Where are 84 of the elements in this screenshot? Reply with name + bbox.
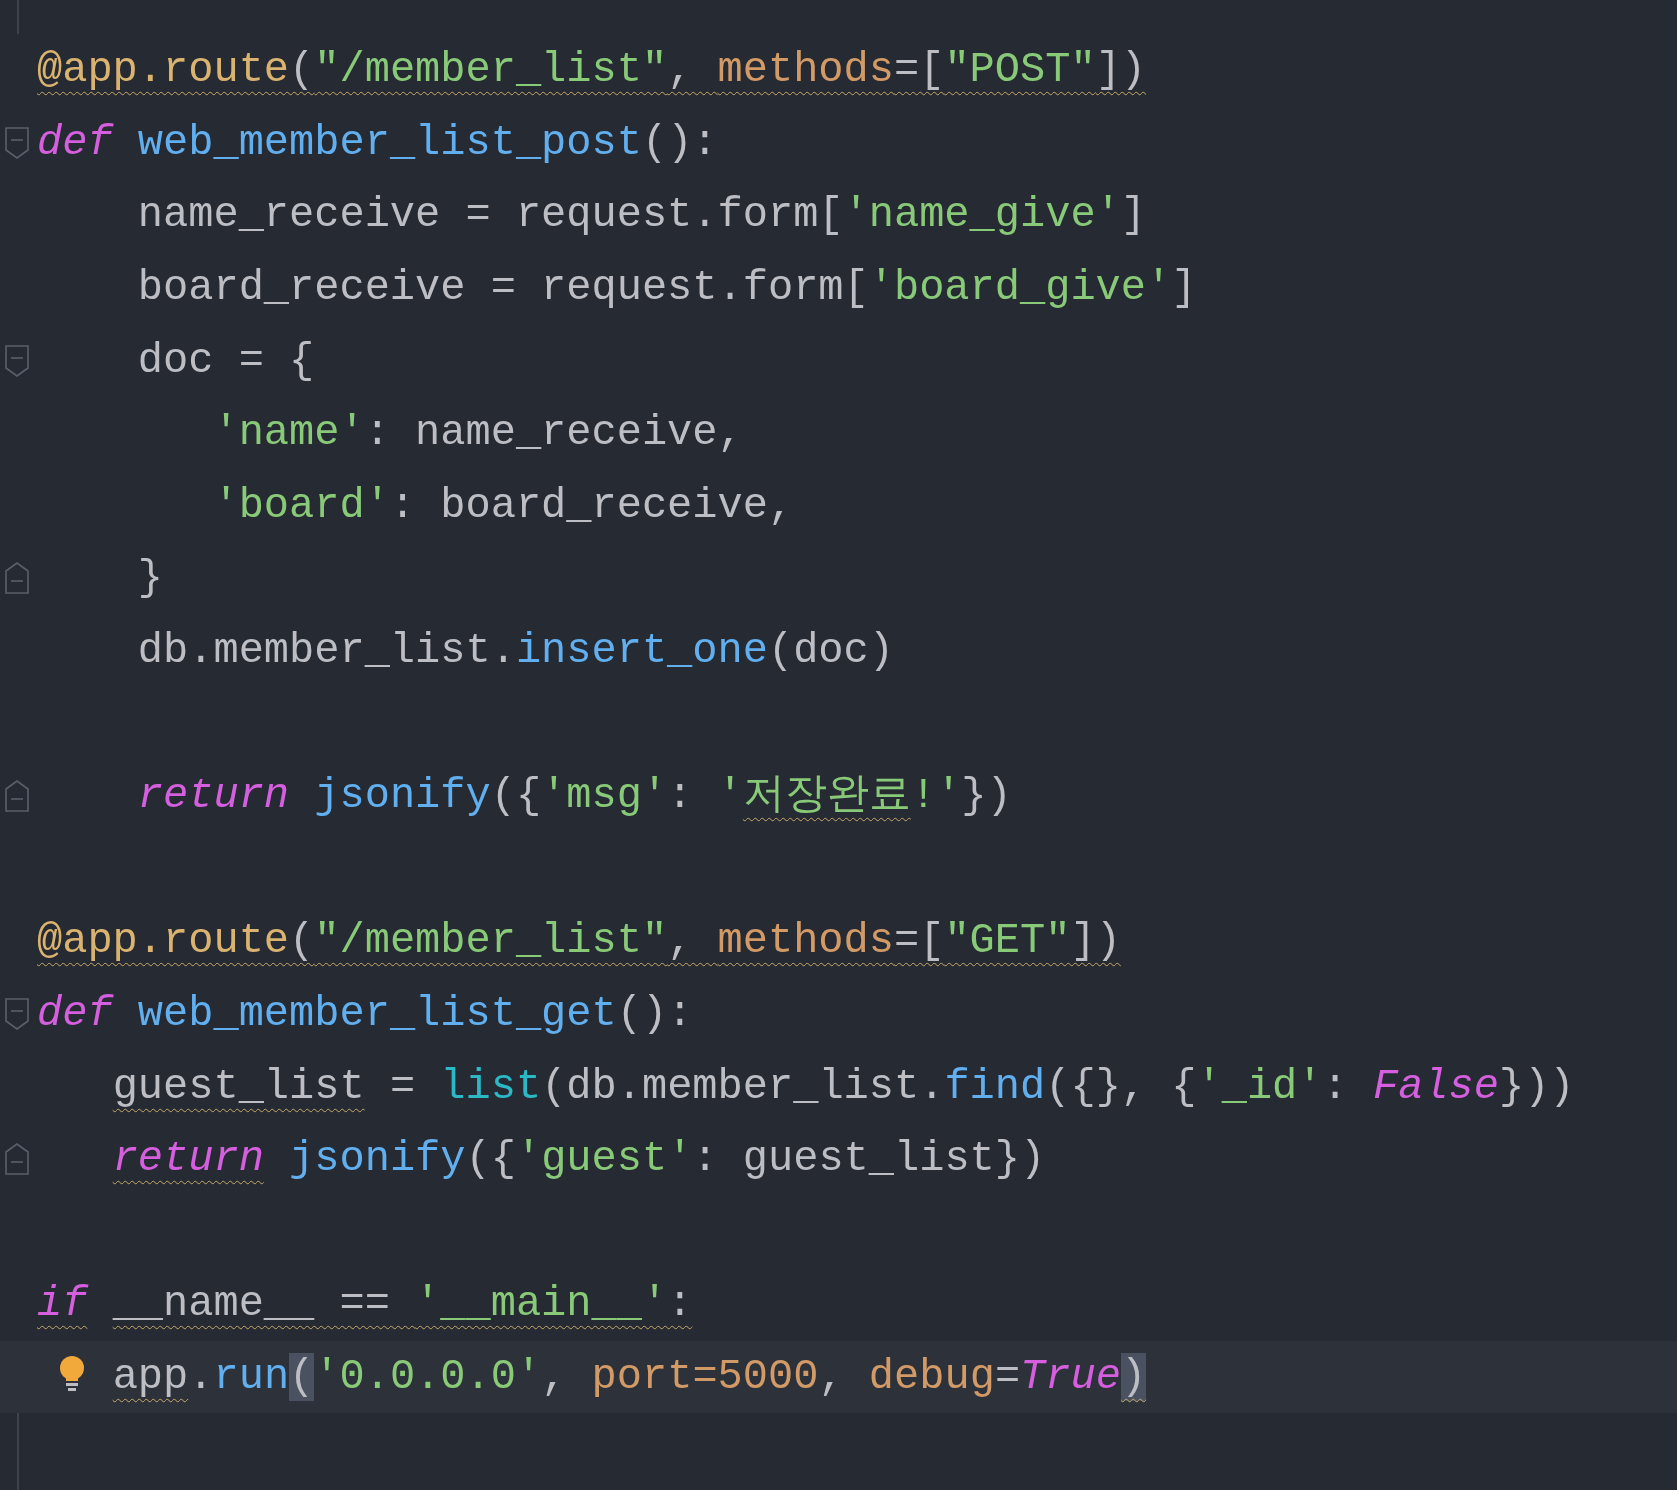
code-token: . (188, 1353, 214, 1401)
code-token: (db.member_list. (541, 1062, 945, 1111)
code-token: })) (1498, 1062, 1575, 1111)
code-token: guest_list (112, 1062, 365, 1111)
code-token: : board_receive, (389, 481, 794, 530)
code-token: __name__ == (112, 1280, 391, 1329)
code-token: : name_receive, (364, 409, 743, 458)
fold-marker-icon[interactable] (4, 561, 30, 596)
code-token: !' (910, 772, 962, 821)
code-token: ]) (1070, 917, 1121, 966)
matched-brace: ) (1120, 1353, 1147, 1401)
code-token: : guest_list}) (692, 1135, 1046, 1184)
code-token: (): (641, 118, 718, 167)
code-token: web_member_list_get (137, 990, 617, 1038)
code-token: insert_one (515, 627, 768, 676)
code-token: find (944, 1062, 1046, 1111)
code-token: (): (616, 990, 693, 1038)
code-token: 'board_give' (868, 264, 1172, 313)
code-token: methods (717, 46, 894, 95)
code-token: : (667, 772, 694, 821)
code-token: } (137, 554, 164, 603)
code-token: : (667, 1280, 693, 1329)
code-token: , (667, 917, 694, 966)
code-token: if (37, 1280, 88, 1329)
code-token: @app.route (37, 46, 290, 95)
code-token: port=5000 (591, 1353, 819, 1401)
code-token: ] (1120, 191, 1146, 240)
code-token: =[ (894, 917, 945, 966)
code-token: }) (961, 772, 1012, 821)
code-token: db.member_list. (137, 627, 516, 676)
code-token: ({ (465, 1135, 516, 1184)
code-token: ({ (490, 772, 542, 821)
code-token: ({}, { (1045, 1062, 1197, 1111)
fold-marker-icon[interactable] (4, 1142, 30, 1177)
code-token: True (1020, 1353, 1121, 1401)
code-token: = (389, 1062, 417, 1111)
code-token: debug (868, 1353, 995, 1401)
code-token: , (818, 1353, 845, 1401)
code-token: 'board' (213, 481, 390, 530)
code-token: return (112, 1135, 264, 1184)
fold-marker-icon[interactable] (4, 997, 30, 1031)
code-token: 'msg' (541, 772, 668, 821)
code-token: ] (1171, 264, 1197, 313)
code-token: doc = { (137, 336, 315, 385)
code-token: return (137, 772, 290, 821)
code-token: , (667, 46, 694, 95)
code-token: ( (289, 917, 315, 966)
code-token: ' (717, 772, 743, 821)
code-token: run (213, 1353, 290, 1401)
lightbulb-icon[interactable] (58, 1354, 86, 1393)
code-token: methods (717, 917, 894, 966)
code-token: def (37, 118, 113, 167)
code-token: ( (289, 46, 315, 95)
code-token: ]) (1095, 46, 1147, 95)
code-token: '0.0.0.0' (314, 1353, 542, 1401)
code-token: , (541, 1353, 568, 1401)
code-token: 'guest' (515, 1135, 693, 1184)
fold-marker-icon[interactable] (4, 343, 30, 378)
code-token: "/member_list" (314, 917, 668, 966)
code-token: def (37, 990, 113, 1038)
code-token: "/member_list" (314, 46, 668, 95)
code-token: '__main__' (415, 1280, 668, 1329)
code-token: : (1322, 1062, 1349, 1111)
code-token: @app.route (37, 917, 290, 966)
code-token: jsonify (289, 1135, 466, 1184)
matched-brace: ( (289, 1353, 315, 1401)
fold-marker-icon[interactable] (4, 125, 30, 160)
code-token: web_member_list_post (137, 118, 642, 167)
code-token: '_id' (1196, 1062, 1323, 1111)
code-token: False (1372, 1062, 1499, 1111)
fold-marker-icon[interactable] (4, 779, 30, 814)
code-token: = (994, 1353, 1021, 1401)
code-token: jsonify (314, 772, 491, 821)
code-token: list (440, 1062, 542, 1111)
code-token: 'name' (213, 409, 365, 458)
code-token: board_receive = request.form[ (137, 264, 869, 313)
code-token: (doc) (767, 627, 894, 676)
code-token: "POST" (944, 46, 1096, 95)
code-token: "GET" (944, 917, 1071, 966)
code-token: 저장완료 (742, 772, 911, 821)
code-token: name_receive = request.form[ (137, 191, 844, 240)
code-token: app (112, 1353, 189, 1401)
code-token: 'name_give' (843, 191, 1121, 240)
code-token: =[ (894, 46, 945, 95)
